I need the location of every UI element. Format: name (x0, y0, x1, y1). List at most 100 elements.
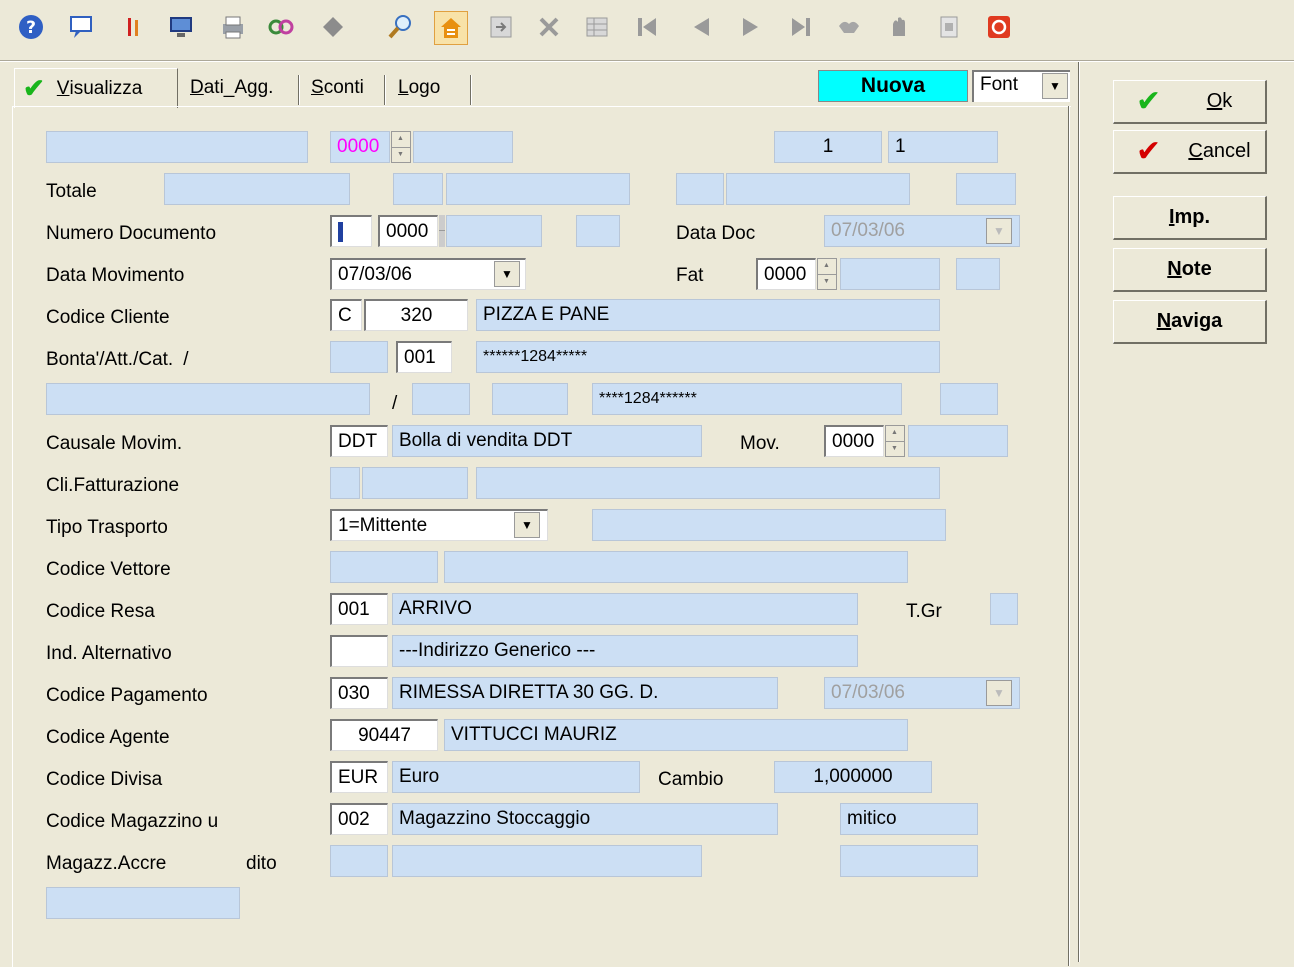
mov-number-field[interactable] (908, 425, 1008, 457)
numero-documento-suffix[interactable] (576, 215, 620, 247)
extra-desc-field[interactable]: ****1284****** (592, 383, 902, 415)
last-icon[interactable] (786, 12, 816, 42)
divisa-desc-field[interactable]: Euro (392, 761, 640, 793)
totale-field-3[interactable] (446, 173, 630, 205)
search-field[interactable] (46, 131, 308, 163)
divisa-code-field[interactable]: EUR (330, 761, 388, 793)
causale-code-field[interactable]: DDT (330, 425, 388, 457)
mov-spinner[interactable]: ▲ ▼ (885, 425, 905, 457)
vettore-code-field[interactable] (330, 551, 438, 583)
agente-code-field[interactable]: 90447 (330, 719, 438, 751)
chevron-down-icon[interactable]: ▼ (514, 512, 540, 538)
pagamento-code-field[interactable]: 030 (330, 677, 388, 709)
magazzino-code-field[interactable]: 002 (330, 803, 388, 835)
magazzino-extra-field[interactable]: mitico (840, 803, 978, 835)
naviga-button[interactable]: Naviga (1113, 300, 1267, 344)
mov-year-field[interactable]: 0000 (824, 425, 884, 457)
totale-field-5[interactable] (726, 173, 910, 205)
tab-dati-agg[interactable]: Dati_Agg. (182, 70, 281, 106)
ind-alt-code-field[interactable] (330, 635, 388, 667)
bonta-code-field[interactable]: 001 (396, 341, 452, 373)
chevron-down-icon[interactable]: ▼ (986, 680, 1012, 706)
first-icon[interactable] (632, 12, 662, 42)
magazz-accre-code-field[interactable] (330, 845, 388, 877)
tab-logo[interactable]: Logo (390, 70, 448, 106)
prev-icon[interactable] (686, 12, 716, 42)
extra-field-3[interactable] (492, 383, 568, 415)
extra-field-4[interactable] (940, 383, 998, 415)
fat-suffix-field[interactable] (956, 258, 1000, 290)
hand-icon[interactable] (884, 12, 914, 42)
totale-field-6[interactable] (956, 173, 1016, 205)
tipo-trasporto-desc[interactable] (592, 509, 946, 541)
year-field[interactable]: 0000 (330, 131, 390, 163)
font-select[interactable]: Font ▼ (972, 70, 1070, 102)
tab-label: conti (323, 77, 364, 98)
diamond-icon[interactable] (318, 12, 348, 42)
monitor-icon[interactable] (166, 12, 196, 42)
cambio-field[interactable]: 1,000000 (774, 761, 932, 793)
counter-field-2[interactable]: 1 (888, 131, 998, 163)
stop-icon[interactable] (984, 12, 1014, 42)
magazz-accre-desc-field[interactable] (392, 845, 702, 877)
counter-field-1[interactable]: 1 (774, 131, 882, 163)
extra-field-2[interactable] (412, 383, 470, 415)
numero-documento-field[interactable] (330, 215, 372, 247)
pagamento-desc-field[interactable]: RIMESSA DIRETTA 30 GG. D. (392, 677, 778, 709)
ok-button[interactable]: ✔ Ok (1113, 80, 1267, 124)
tgr-field[interactable] (990, 593, 1018, 625)
numero-documento-extra[interactable] (446, 215, 542, 247)
magazzino-desc-field[interactable]: Magazzino Stoccaggio (392, 803, 778, 835)
cli-fatt-code-field[interactable] (362, 467, 468, 499)
handshake-icon[interactable] (834, 12, 864, 42)
search-icon[interactable] (386, 12, 416, 42)
agente-name-field[interactable]: VITTUCCI MAURIZ (444, 719, 908, 751)
number-field[interactable] (413, 131, 513, 163)
totale-field-4[interactable] (676, 173, 724, 205)
causale-desc-field[interactable]: Bolla di vendita DDT (392, 425, 702, 457)
home-icon[interactable] (434, 11, 468, 45)
comment-icon[interactable] (66, 12, 96, 42)
bottom-field[interactable] (46, 887, 240, 919)
chevron-down-icon[interactable]: ▼ (494, 261, 520, 287)
chevron-down-icon[interactable]: ▼ (986, 218, 1012, 244)
help-icon[interactable]: ? (16, 12, 46, 42)
cliente-code-field[interactable]: 320 (364, 299, 468, 331)
year-spinner[interactable]: ▲ ▼ (391, 131, 411, 163)
link-icon[interactable] (266, 12, 296, 42)
totale-field[interactable] (164, 173, 350, 205)
grid-icon[interactable] (582, 12, 612, 42)
column-divider (1078, 62, 1080, 962)
document-icon[interactable] (934, 12, 964, 42)
numero-documento-year[interactable]: 0000 (378, 215, 438, 247)
resa-code-field[interactable]: 001 (330, 593, 388, 625)
numdoc-spinner[interactable] (439, 215, 445, 247)
next-icon[interactable] (736, 12, 766, 42)
tab-mnemonic: V (56, 77, 70, 99)
fat-number-field[interactable] (840, 258, 940, 290)
delete-icon[interactable] (534, 12, 564, 42)
bonta-field[interactable] (330, 341, 388, 373)
chevron-down-icon[interactable]: ▼ (1042, 73, 1068, 99)
fat-year-field[interactable]: 0000 (756, 258, 816, 290)
tab-visualizza[interactable]: ✔ Visualizza (14, 68, 178, 108)
cli-fatt-name-field[interactable] (476, 467, 940, 499)
cancel-button[interactable]: ✔ Cancel (1113, 130, 1267, 174)
vettore-name-field[interactable] (444, 551, 908, 583)
cliente-name-field[interactable]: PIZZA E PANE (476, 299, 940, 331)
resa-desc-field[interactable]: ARRIVO (392, 593, 858, 625)
bonta-desc-field[interactable]: ******1284***** (476, 341, 940, 373)
fat-spinner[interactable]: ▲ ▼ (817, 258, 837, 290)
extra-field[interactable] (46, 383, 370, 415)
ind-alt-desc-field[interactable]: ---Indirizzo Generico --- (392, 635, 858, 667)
tab-sconti[interactable]: Sconti (303, 70, 372, 106)
note-button[interactable]: Note (1113, 248, 1267, 292)
cli-fatt-type-field[interactable] (330, 467, 360, 499)
export-icon[interactable] (486, 12, 516, 42)
magazz-accre-extra-field[interactable] (840, 845, 978, 877)
imp-button[interactable]: Imp. (1113, 196, 1267, 240)
printer-icon[interactable] (218, 12, 248, 42)
marker-icon[interactable] (118, 12, 148, 42)
totale-field-2[interactable] (393, 173, 443, 205)
cliente-type-field[interactable]: C (330, 299, 362, 331)
